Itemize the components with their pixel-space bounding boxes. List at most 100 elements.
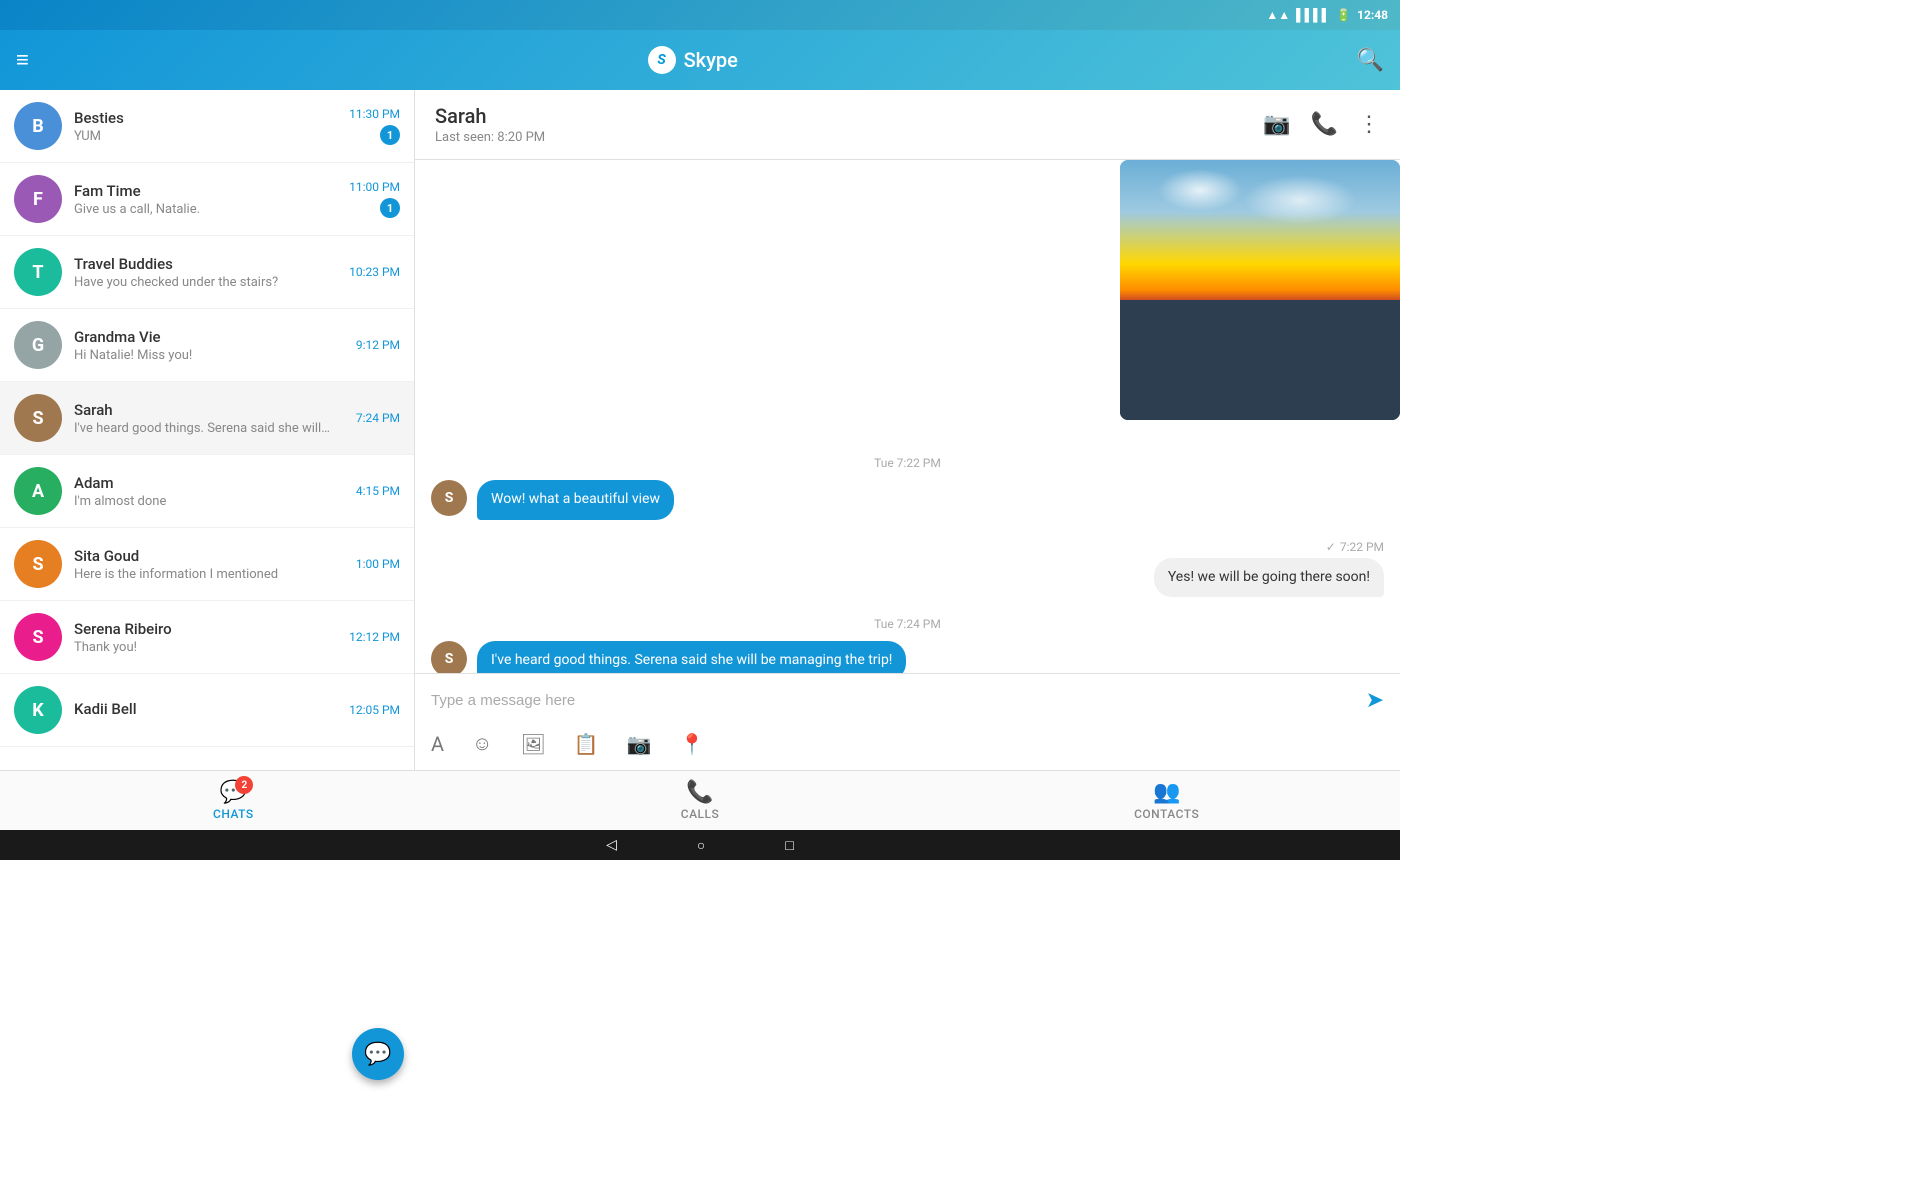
chat-time-kadii-bell: 12:05 PM [349,703,400,717]
chat-meta-kadii-bell: 12:05 PM [349,703,400,717]
chat-time-serena-ribeiro: 12:12 PM [349,630,400,644]
chat-name-kadii-bell: Kadii Bell [74,700,349,718]
chat-area: Sarah Last seen: 8:20 PM 📷 📞 ⋮ Tue 7:22 … [415,90,1400,770]
app-title: Skype [684,48,738,72]
chat-item-sarah[interactable]: S Sarah I've heard good things. Serena s… [0,382,414,455]
voice-call-button[interactable]: 📞 [1311,112,1338,137]
text-format-button[interactable]: A [431,732,444,756]
chat-time-sita-goud: 1:00 PM [356,557,400,571]
chat-item-adam[interactable]: A Adam I'm almost done 4:15 PM [0,455,414,528]
sent-meta-1: ✓ 7:22 PM [431,540,1384,554]
file-button[interactable]: 📋 [574,732,599,756]
chat-time-adam: 4:15 PM [356,484,400,498]
message-input[interactable] [431,684,1366,717]
avatar-kadii-bell: K [14,686,62,734]
search-button[interactable]: 🔍 [1357,48,1384,73]
toolbar: ≡ S Skype 🔍 [0,30,1400,90]
chat-info-sarah: Sarah I've heard good things. Serena sai… [74,401,356,436]
message-timestamp-2: Tue 7:24 PM [431,617,1384,631]
chats-label: CHATS [213,807,254,821]
android-recent-button[interactable]: □ [785,837,793,854]
calls-label: CALLS [681,807,720,821]
message-row-sent-1: Yes! we will be going there soon! [431,558,1384,598]
sender-avatar-1: S [431,480,467,516]
avatar-sarah: S [14,394,62,442]
chat-time-grandma-vie: 9:12 PM [356,338,400,352]
contacts-icon: 👥 [1153,780,1180,805]
avatar-besties: B [14,102,62,150]
more-options-button[interactable]: ⋮ [1358,112,1380,137]
chat-name-besties: Besties [74,109,349,127]
message-row-received-2: S I've heard good things. Serena said sh… [431,641,1384,673]
message-timestamp-1: Tue 7:22 PM [431,456,1384,470]
message-bubble-1: Wow! what a beautiful view [477,480,674,520]
chat-info-fam-time: Fam Time Give us a call, Natalie. [74,182,349,217]
chat-item-fam-time[interactable]: F Fam Time Give us a call, Natalie. 11:0… [0,163,414,236]
signal-icon: ▌▌▌▌ [1296,8,1330,22]
emoji-button[interactable]: ☺ [472,731,492,756]
chat-meta-serena-ribeiro: 12:12 PM [349,630,400,644]
city-image-inner [1120,160,1400,420]
chat-header: Sarah Last seen: 8:20 PM 📷 📞 ⋮ [415,90,1400,160]
skype-logo: S [648,46,676,74]
battery-icon: 🔋 [1336,8,1351,22]
chat-meta-travel-buddies: 10:23 PM [349,265,400,279]
toolbar-icons-row: A ☺ 🖼 📋 📷 📍 [431,727,1384,760]
message-input-row: ➤ [431,684,1384,717]
chat-time-travel-buddies: 10:23 PM [349,265,400,279]
skyline [1120,300,1400,420]
new-chat-icon: 💬 [364,1042,391,1067]
chat-name-serena-ribeiro: Serena Ribeiro [74,620,349,638]
contact-name: Sarah [435,104,545,128]
clouds [1120,170,1400,250]
android-nav-bar: ◁ ○ □ [0,830,1400,860]
nav-item-calls[interactable]: 📞 CALLS [467,774,934,827]
chat-item-kadii-bell[interactable]: K Kadii Bell 12:05 PM [0,674,414,747]
chat-info-besties: Besties YUM [74,109,349,144]
chat-info-adam: Adam I'm almost done [74,474,356,509]
message-group-3: Tue 7:24 PM S I've heard good things. Se… [431,617,1384,673]
chat-preview-serena-ribeiro: Thank you! [74,640,349,655]
location-button[interactable]: 📍 [680,732,705,756]
sent-time-1: 7:22 PM [1340,540,1384,554]
chat-meta-adam: 4:15 PM [356,484,400,498]
chat-header-info: Sarah Last seen: 8:20 PM [435,104,545,145]
chat-info-kadii-bell: Kadii Bell [74,700,349,720]
chat-name-adam: Adam [74,474,356,492]
time: 12:48 [1357,8,1388,22]
chat-info-travel-buddies: Travel Buddies Have you checked under th… [74,255,349,290]
chat-item-grandma-vie[interactable]: G Grandma Vie Hi Natalie! Miss you! 9:12… [0,309,414,382]
chat-time-sarah: 7:24 PM [356,411,400,425]
chat-item-sita-goud[interactable]: S Sita Goud Here is the information I me… [0,528,414,601]
bottom-nav: 2 💬 CHATS 📞 CALLS 👥 CONTACTS [0,770,1400,830]
nav-item-contacts[interactable]: 👥 CONTACTS [933,774,1400,827]
avatar-fam-time: F [14,175,62,223]
chat-meta-grandma-vie: 9:12 PM [356,338,400,352]
nav-item-chats[interactable]: 2 💬 CHATS [0,774,467,827]
chat-meta-sita-goud: 1:00 PM [356,557,400,571]
chat-time-fam-time: 11:00 PM [349,180,400,194]
camera-button[interactable]: 📷 [627,732,652,756]
chat-preview-fam-time: Give us a call, Natalie. [74,202,349,217]
android-back-button[interactable]: ◁ [606,837,617,853]
status-bar: ▲▲ ▌▌▌▌ 🔋 12:48 [0,0,1400,30]
video-call-button[interactable]: 📷 [1263,112,1290,137]
shared-image[interactable] [1120,160,1400,420]
chat-meta-besties: 11:30 PM 1 [349,107,400,145]
image-button[interactable]: 🖼 [520,732,545,756]
avatar-travel-buddies: T [14,248,62,296]
android-home-button[interactable]: ○ [697,837,705,854]
chats-badge: 2 [235,776,253,794]
chat-item-besties[interactable]: B Besties YUM 11:30 PM 1 [0,90,414,163]
wifi-icon: ▲▲ [1266,8,1290,22]
chat-info-serena-ribeiro: Serena Ribeiro Thank you! [74,620,349,655]
new-chat-fab[interactable]: 💬 [352,1028,404,1080]
send-button[interactable]: ➤ [1366,688,1384,713]
avatar-sita-goud: S [14,540,62,588]
chat-item-serena-ribeiro[interactable]: S Serena Ribeiro Thank you! 12:12 PM [0,601,414,674]
chat-badge-fam-time: 1 [380,198,400,218]
chat-item-travel-buddies[interactable]: T Travel Buddies Have you checked under … [0,236,414,309]
chat-name-sita-goud: Sita Goud [74,547,356,565]
menu-button[interactable]: ≡ [16,47,29,73]
chat-name-sarah: Sarah [74,401,356,419]
